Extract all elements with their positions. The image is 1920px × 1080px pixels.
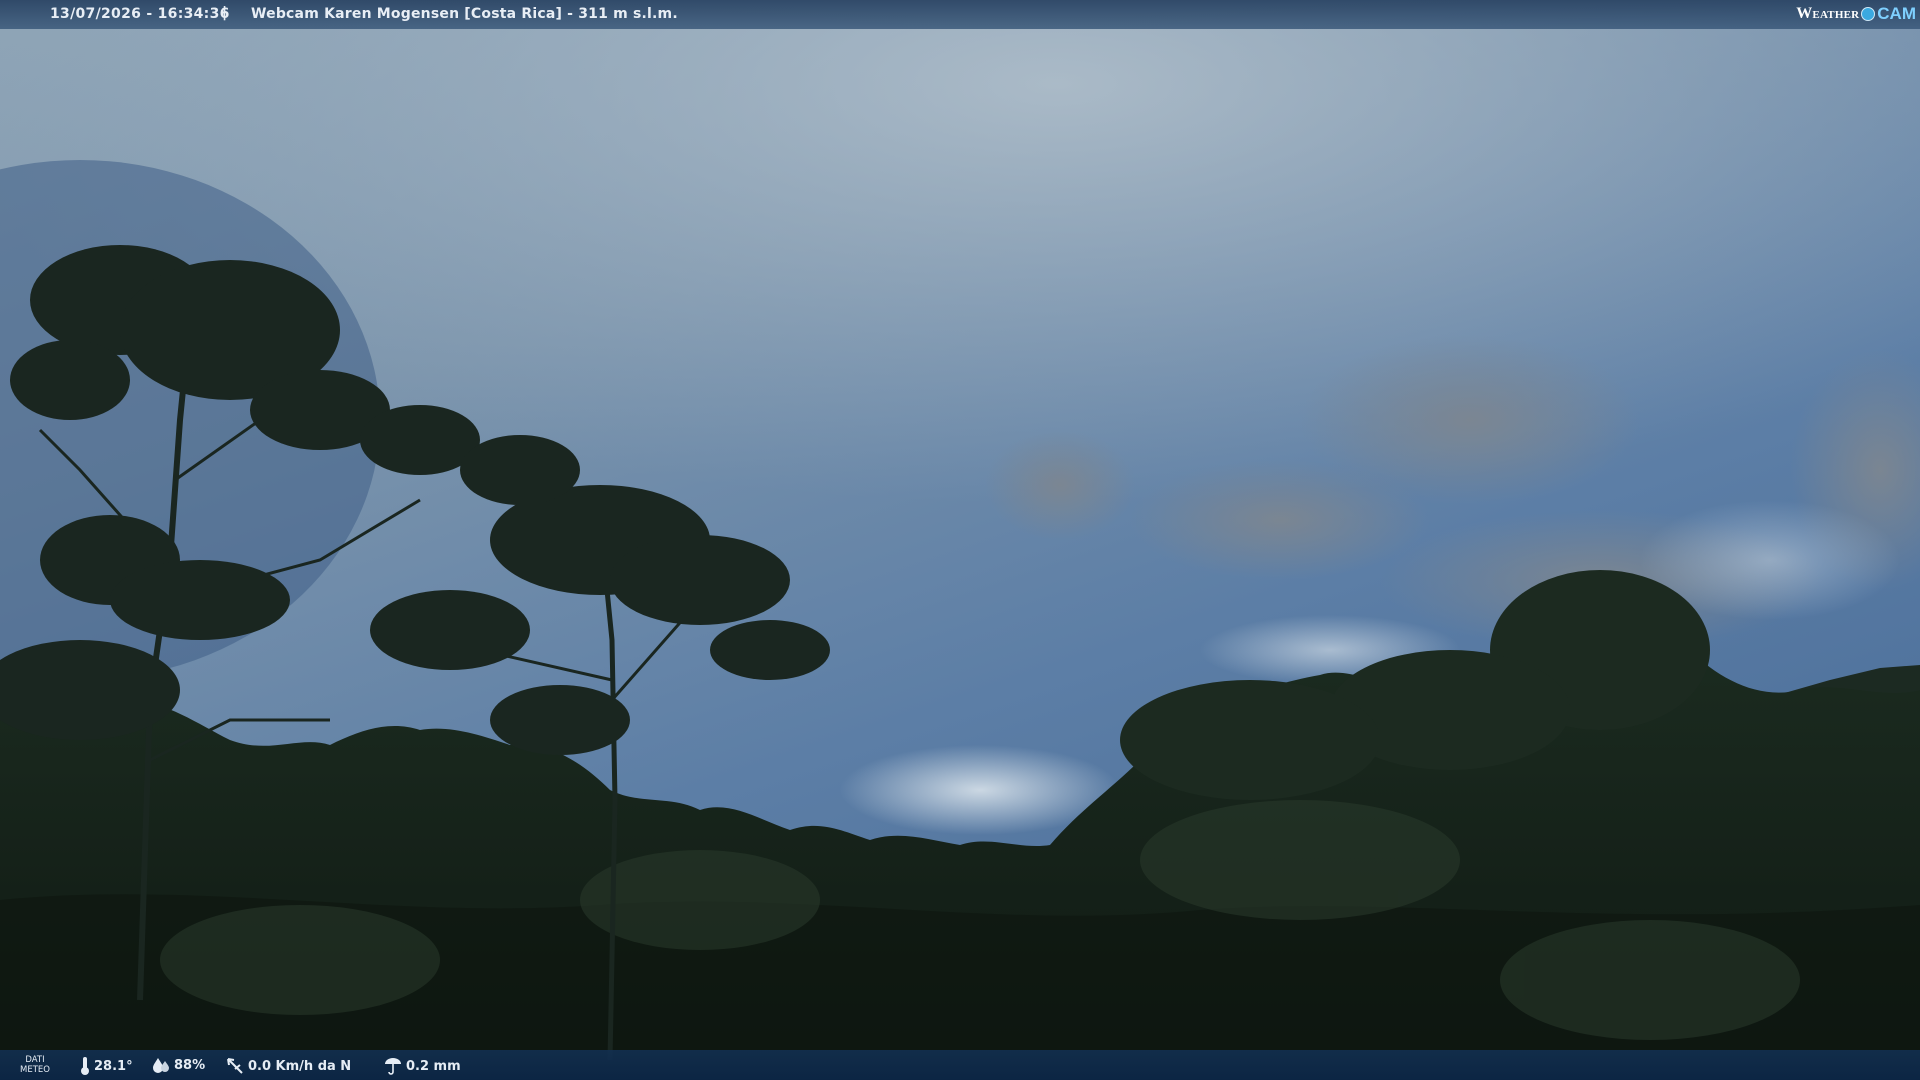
- rain-reading: 0.2 mm: [384, 1057, 461, 1075]
- wind-reading: 0.0 Km/h da N: [226, 1057, 351, 1075]
- thermometer-icon: [81, 1057, 89, 1075]
- humidity-reading: 88%: [152, 1057, 205, 1073]
- header-bar: 13/07/2026 - 16:34:36 | Webcam Karen Mog…: [0, 0, 1920, 29]
- wind-vane-icon: [227, 1058, 243, 1074]
- logo-text-weather: Weather: [1796, 5, 1860, 22]
- timestamp: 13/07/2026 - 16:34:36: [50, 6, 230, 22]
- humidity-value: 88%: [174, 1057, 206, 1073]
- temperature-reading: 28.1°: [80, 1057, 133, 1075]
- humidity-drop-icon: [153, 1058, 169, 1073]
- weather-data-bar: DATI METEO 28.1° 88% 0.0 Km/h da N 0.2 m…: [0, 1050, 1920, 1080]
- weather-section-label: DATI METEO: [20, 1055, 50, 1075]
- webcam-title: Webcam Karen Mogensen [Costa Rica] - 311…: [251, 6, 678, 22]
- webcam-scene: [0, 0, 1920, 1080]
- rain-gauge-icon: [385, 1058, 401, 1075]
- weathercam-logo[interactable]: Weather CAM: [1796, 3, 1916, 25]
- logo-dot-icon: [1861, 7, 1876, 21]
- wind-value: 0.0 Km/h da N: [248, 1058, 352, 1074]
- logo-text-cam: CAM: [1877, 4, 1916, 23]
- temperature-value: 28.1°: [94, 1058, 133, 1074]
- rain-value: 0.2 mm: [406, 1058, 461, 1074]
- header-separator: |: [222, 5, 228, 21]
